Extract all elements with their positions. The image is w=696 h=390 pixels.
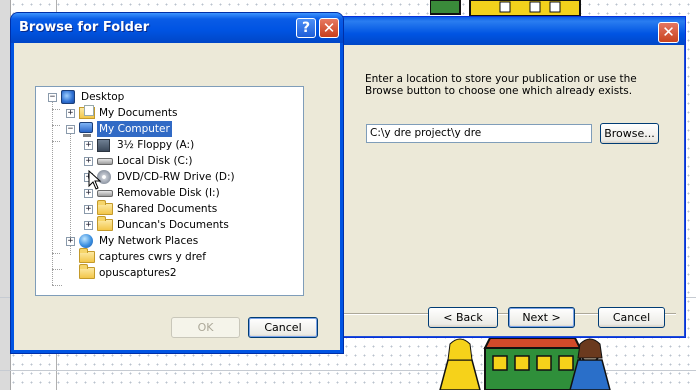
tree-item[interactable]: captures cwrs y dref	[36, 248, 303, 265]
wizard-body: Enter a location to store your publicati…	[334, 45, 682, 334]
folder-tree-view[interactable]: − Desktop + My Documents − My Computer +3½ Flo…	[35, 86, 304, 296]
publication-location-wizard: ✕ Enter a location to store your publica…	[330, 16, 686, 338]
tree-item-label: Local Disk (C:)	[117, 155, 193, 167]
drive-icon	[97, 158, 113, 165]
browse-close-button[interactable]: ✕	[319, 18, 339, 38]
desktop-icon	[61, 90, 75, 104]
browse-button[interactable]: Browse...	[600, 123, 659, 144]
expand-toggle-icon[interactable]: +	[66, 237, 75, 246]
tree-item-label: Removable Disk (I:)	[117, 187, 220, 199]
mouse-pointer-icon	[88, 170, 102, 190]
browse-cancel-button[interactable]: Cancel	[248, 317, 318, 338]
tree-item-label: opuscaptures2	[99, 267, 177, 279]
browse-dialog-title-bar[interactable]: Browse for Folder ? ✕	[11, 13, 343, 43]
collapse-toggle-icon[interactable]: −	[66, 125, 75, 134]
wizard-title-bar[interactable]: ✕	[331, 17, 685, 45]
tree-item-label: My Network Places	[99, 235, 199, 247]
tree-item[interactable]: + Removable Disk (I:)	[36, 185, 303, 201]
location-path-input[interactable]: C:\y dre project\y dre	[366, 124, 592, 143]
folder-icon	[79, 264, 95, 279]
folder-icon	[79, 248, 95, 263]
next-button[interactable]: Next >	[508, 307, 575, 328]
tree-item[interactable]: − Desktop	[36, 89, 303, 105]
expand-toggle-icon[interactable]: +	[84, 141, 93, 150]
tree-item[interactable]: + My Documents	[36, 105, 303, 121]
floppy-icon	[97, 139, 110, 152]
wizard-instruction-text: Enter a location to store your publicati…	[365, 73, 637, 97]
expand-toggle-icon[interactable]: +	[84, 189, 93, 198]
tree-item-label: Duncan's Documents	[117, 219, 229, 231]
wizard-close-button[interactable]: ✕	[658, 22, 679, 43]
my-documents-icon	[79, 105, 95, 119]
browse-dialog-title: Browse for Folder	[19, 20, 150, 35]
tree-item[interactable]: + DVD/CD-RW Drive (D:)	[36, 169, 303, 185]
tree-item-label: Shared Documents	[117, 203, 218, 215]
background-illustration-top	[430, 0, 581, 16]
expand-toggle-icon[interactable]: +	[66, 109, 75, 118]
close-icon: ✕	[662, 23, 675, 41]
tree-item[interactable]: opuscaptures2	[36, 264, 303, 281]
expand-toggle-icon[interactable]: +	[84, 157, 93, 166]
tree-item[interactable]: + Local Disk (C:)	[36, 153, 303, 169]
browse-dialog-body: − Desktop + My Documents − My Computer +3½ Flo…	[14, 43, 340, 350]
tree-item-label: captures cwrs y dref	[99, 251, 206, 263]
back-button[interactable]: < Back	[428, 307, 498, 328]
wizard-cancel-button[interactable]: Cancel	[598, 307, 665, 328]
tree-item-label: My Computer	[97, 121, 172, 137]
tree-item-label: DVD/CD-RW Drive (D:)	[117, 171, 235, 183]
folder-icon	[97, 216, 113, 231]
tree-item[interactable]: + Duncan's Documents	[36, 216, 303, 233]
computer-icon	[79, 122, 93, 137]
help-icon: ?	[301, 20, 311, 36]
collapse-toggle-icon[interactable]: −	[48, 93, 57, 102]
tree-item-label: Desktop	[81, 91, 125, 103]
background-illustration-school	[439, 337, 611, 390]
tree-item[interactable]: − My Computer	[36, 121, 303, 137]
tree-item[interactable]: +3½ Floppy (A:)	[36, 137, 303, 153]
tree-item-label: My Documents	[99, 107, 178, 119]
expand-toggle-icon[interactable]: +	[84, 221, 93, 230]
ok-button[interactable]: OK	[171, 317, 240, 338]
tree-item[interactable]: + My Network Places	[36, 233, 303, 249]
drive-icon	[97, 190, 113, 197]
close-icon: ✕	[322, 19, 336, 37]
expand-toggle-icon[interactable]: +	[84, 205, 93, 214]
folder-icon	[97, 200, 113, 215]
tree-item-label: 3½ Floppy (A:)	[117, 139, 195, 151]
browse-for-folder-dialog: Browse for Folder ? ✕ − Desktop + My Docume…	[10, 12, 344, 354]
network-icon	[79, 234, 93, 248]
help-button[interactable]: ?	[296, 18, 316, 38]
tree-item[interactable]: + Shared Documents	[36, 200, 303, 217]
